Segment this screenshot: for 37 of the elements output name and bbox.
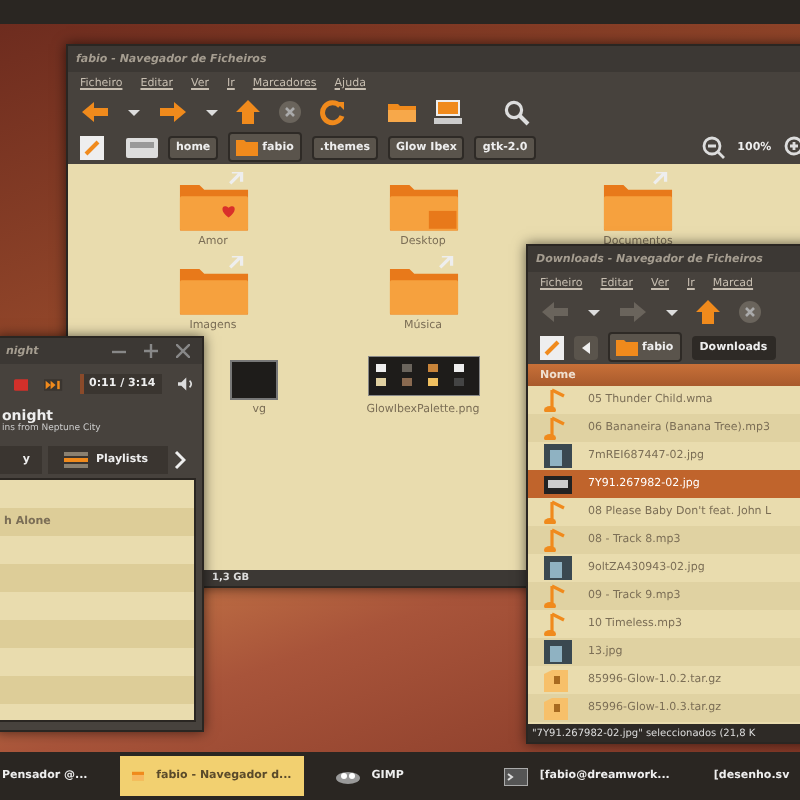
up-arrow-icon[interactable]	[236, 100, 260, 124]
image-icon	[544, 556, 572, 580]
reload-icon[interactable]	[320, 99, 346, 125]
palette-thumbnail[interactable]	[367, 356, 479, 396]
folder-icon	[131, 768, 145, 784]
maximize-icon[interactable]	[144, 344, 158, 358]
zoom-out-icon[interactable]	[701, 135, 726, 159]
archive-icon	[544, 696, 572, 720]
caret-icon[interactable]	[666, 309, 678, 315]
playlist-icon	[64, 452, 88, 468]
image-thumbnail	[230, 360, 278, 400]
terminal-icon	[503, 767, 528, 785]
folder-icon[interactable]	[388, 100, 416, 124]
folder-icon	[616, 338, 638, 356]
image-icon	[544, 472, 572, 496]
search-icon[interactable]	[504, 99, 530, 125]
up-arrow-icon[interactable]	[696, 300, 720, 324]
edit-icon[interactable]	[80, 135, 104, 159]
back-icon[interactable]	[80, 100, 110, 124]
drive-icon[interactable]	[126, 137, 158, 157]
chevron-right-icon[interactable]	[174, 450, 186, 470]
caret-icon[interactable]	[588, 309, 600, 315]
next-icon[interactable]	[44, 377, 64, 391]
close-icon[interactable]	[278, 100, 302, 124]
caret-icon[interactable]	[206, 109, 218, 115]
caret-icon[interactable]	[128, 109, 140, 115]
image-icon	[544, 640, 572, 664]
edit-icon[interactable]	[540, 335, 564, 359]
archive-icon	[544, 668, 572, 692]
close-icon[interactable]	[738, 300, 762, 324]
zoom-in-icon[interactable]	[783, 135, 800, 159]
folder-icon	[236, 138, 259, 156]
close-icon[interactable]	[176, 344, 190, 358]
forward-icon[interactable]	[158, 100, 188, 124]
volume-icon[interactable]	[177, 376, 194, 392]
computer-icon[interactable]	[434, 100, 462, 124]
image-icon	[544, 444, 572, 468]
